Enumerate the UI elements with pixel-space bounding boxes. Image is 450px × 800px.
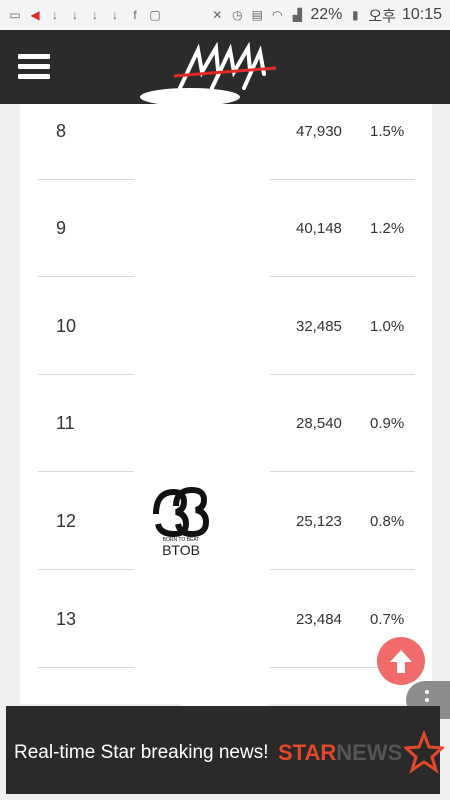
row-divider xyxy=(38,374,134,375)
row-divider xyxy=(38,471,134,472)
system-icons: ✕ ◷ ▤ ◠ ▟ 22% ▮ 오후 10:15 xyxy=(210,5,442,26)
rank-number: 10 xyxy=(56,316,77,336)
brand-secondary: NEWS xyxy=(336,740,403,765)
wifi-icon: ◠ xyxy=(272,8,283,22)
row-divider xyxy=(38,667,134,668)
row-divider xyxy=(270,276,415,277)
alarm-icon: ◷ xyxy=(232,8,243,22)
message-icon: ▭ xyxy=(9,8,21,22)
vote-percent: 1.0% xyxy=(370,318,405,335)
status-bar: ▭ ◀ ↓ ↓ ↓ ↓ f ▢ ✕ ◷ ▤ ◠ ▟ 22% ▮ 오후 10:15 xyxy=(0,0,450,30)
facebook-icon: f xyxy=(133,8,137,22)
notification-icons: ▭ ◀ ↓ ↓ ↓ ↓ f ▢ xyxy=(8,8,162,22)
clock: 10:15 xyxy=(401,6,442,23)
ranking-row[interactable]: 8 47,930 1.5% xyxy=(20,104,432,201)
row-divider xyxy=(270,471,415,472)
vote-percent: 1.5% xyxy=(370,123,405,140)
btob-logo-icon: BORN TO BEAT xyxy=(153,486,210,542)
battery-icon: ▮ xyxy=(352,8,359,22)
vote-count: 47,930 xyxy=(296,123,342,140)
vote-count: 32,485 xyxy=(296,318,342,335)
hd-voice-icon: ▤ xyxy=(251,8,263,22)
dot-icon xyxy=(425,690,429,694)
mute-icon: ✕ xyxy=(212,8,223,22)
row-divider xyxy=(38,276,134,277)
chat-icon: ▢ xyxy=(149,8,161,22)
vote-count: 25,123 xyxy=(296,513,342,530)
vote-count: 23,484 xyxy=(296,611,342,628)
rank-number: 12 xyxy=(56,511,77,531)
artist-name: BTOB xyxy=(162,542,200,558)
signal-icon: ▟ xyxy=(292,8,302,22)
am-pm-label: 오후 xyxy=(368,7,396,25)
download-icon: ↓ xyxy=(72,8,78,22)
download-icon: ↓ xyxy=(112,8,118,22)
ranking-row[interactable]: 10 32,485 1.0% xyxy=(20,299,432,396)
ranking-list: 8 47,930 1.5% 9 40,148 1.2% 10 32,485 1.… xyxy=(20,104,432,704)
arrow-up-icon xyxy=(390,650,412,673)
redaction-mark xyxy=(140,88,240,106)
ranking-row[interactable]: 12 BORN TO BEAT BTOB 25,123 0.8% xyxy=(20,486,432,591)
row-divider xyxy=(270,179,415,180)
star-logo-icon xyxy=(404,730,444,774)
dot-icon xyxy=(425,698,429,702)
brand-primary: STAR xyxy=(278,740,337,765)
vote-count: 28,540 xyxy=(296,415,342,432)
ad-text: Real-time Star breaking news! xyxy=(14,742,269,763)
rank-number: 8 xyxy=(56,121,67,141)
volume-icon: ◀ xyxy=(30,8,40,22)
mama-logo[interactable] xyxy=(172,42,278,92)
rank-number: 11 xyxy=(56,413,75,433)
ad-banner[interactable]: Real-time Star breaking news! STARNEWS xyxy=(6,706,444,794)
ranking-row[interactable]: 11 28,540 0.9% xyxy=(20,396,432,493)
download-icon: ↓ xyxy=(92,8,98,22)
rank-number: 13 xyxy=(56,609,77,629)
row-divider xyxy=(270,569,415,570)
download-icon: ↓ xyxy=(52,8,58,22)
scroll-to-top-button[interactable] xyxy=(377,637,425,685)
vote-percent: 1.2% xyxy=(370,220,405,237)
vote-percent: 0.9% xyxy=(370,415,405,432)
hamburger-menu-icon[interactable] xyxy=(18,54,50,80)
ranking-row[interactable]: 9 40,148 1.2% xyxy=(20,201,432,298)
rank-number: 9 xyxy=(56,218,67,238)
vote-count: 40,148 xyxy=(296,220,342,237)
row-divider xyxy=(38,569,134,570)
vote-percent: 0.8% xyxy=(370,513,405,530)
row-divider xyxy=(270,374,415,375)
starnews-logo: STARNEWS xyxy=(278,740,402,766)
ranking-row[interactable]: 13 23,484 0.7% xyxy=(20,592,432,689)
battery-percent: 22% xyxy=(310,6,343,23)
row-divider xyxy=(38,179,134,180)
